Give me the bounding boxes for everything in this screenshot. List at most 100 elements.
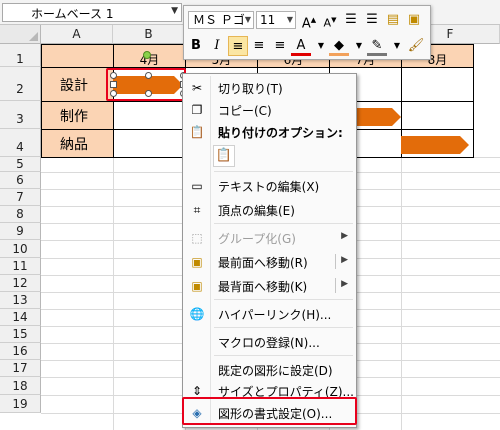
menu-item-label: ハイパーリンク(H)...	[218, 308, 332, 322]
menu-item-label: コピー(C)	[218, 104, 272, 118]
row-header[interactable]: 19	[0, 395, 41, 413]
copy-icon: ❐	[191, 103, 203, 117]
menu-item-label: マクロの登録(N)...	[218, 336, 320, 350]
chevron-down-icon[interactable]: ▼	[387, 36, 407, 56]
grow-font-icon[interactable]: A▲	[299, 10, 319, 31]
selection-highlight	[106, 68, 186, 101]
cell-a4[interactable]: 納品	[41, 129, 114, 158]
task-label: 設計	[60, 77, 88, 94]
outline-color-icon[interactable]: ✎	[367, 36, 387, 56]
bring-front-icon: ▣	[191, 255, 203, 269]
chevron-down-icon[interactable]: ▼	[245, 12, 251, 28]
group-icon: ⬚	[191, 231, 203, 245]
row-header[interactable]: 8	[0, 206, 41, 223]
menu-item-bring-to-front[interactable]: ▣ 最前面へ移動(R) ▶	[185, 251, 354, 273]
menu-separator	[214, 355, 353, 356]
row-header[interactable]: 4	[0, 129, 41, 157]
cell-a3[interactable]: 制作	[41, 101, 114, 130]
menu-separator	[214, 171, 353, 172]
bold-icon[interactable]: B	[186, 36, 206, 56]
menu-item-label: 切り取り(T)	[218, 82, 283, 96]
increase-indent-icon[interactable]: ☰	[362, 10, 382, 30]
scissors-icon: ✂	[191, 81, 203, 95]
align-right-icon[interactable]: ≡	[270, 36, 290, 56]
arrange-icon[interactable]: ▣	[404, 10, 424, 30]
menu-item-edit-text[interactable]: ▭ テキストの編集(X)	[185, 175, 354, 197]
cell-a2[interactable]: 設計	[41, 67, 114, 102]
menu-item-hyperlink[interactable]: 🌐 ハイパーリンク(H)...	[185, 303, 354, 325]
decrease-indent-icon[interactable]: ☰	[341, 10, 361, 30]
menu-item-set-default[interactable]: 既定の図形に設定(D)	[185, 359, 354, 381]
send-back-icon: ▣	[191, 279, 203, 293]
menu-item-send-to-back[interactable]: ▣ 最背面へ移動(K) ▶	[185, 275, 354, 297]
shrink-font-icon[interactable]: A▼	[320, 10, 340, 30]
task-label: 納品	[60, 136, 88, 153]
homebase-shape-3[interactable]	[401, 136, 469, 154]
row-header[interactable]: 3	[0, 101, 41, 129]
edit-text-icon: ▭	[191, 179, 203, 193]
globe-link-icon: 🌐	[189, 307, 205, 321]
format-painter-icon[interactable]: 🖌	[406, 36, 426, 56]
chevron-down-icon[interactable]: ▼	[287, 12, 293, 28]
row-header[interactable]: 5	[0, 157, 41, 172]
font-color-icon[interactable]: A	[291, 36, 311, 56]
chevron-down-icon[interactable]: ▼	[349, 36, 369, 56]
menu-highlight	[182, 397, 357, 425]
menu-heading: 貼り付けのオプション:	[218, 126, 343, 140]
font-selector[interactable]: ＭＳ Ｐゴ ▼	[188, 11, 254, 29]
row-header[interactable]: 17	[0, 360, 41, 377]
menu-item-paste-options: 📋 貼り付けのオプション:	[185, 121, 354, 143]
menu-separator	[214, 299, 353, 300]
row-header[interactable]: 9	[0, 223, 41, 240]
name-box[interactable]: ホームベース 1 ▼	[2, 3, 182, 22]
row-header[interactable]: 18	[0, 377, 41, 395]
row-header[interactable]: 6	[0, 172, 41, 189]
rotate-handle[interactable]	[143, 51, 151, 59]
menu-item-edit-points[interactable]: ⌗ 頂点の編集(E)	[185, 199, 354, 221]
menu-separator	[214, 327, 353, 328]
italic-icon[interactable]: I	[207, 36, 227, 56]
row-header[interactable]: 11	[0, 258, 41, 275]
menu-item-label: 最背面へ移動(K)	[218, 280, 308, 294]
homebase-shape-2[interactable]	[355, 108, 401, 126]
menu-item-label: 最前面へ移動(R)	[218, 256, 308, 270]
column-header-a[interactable]: A	[41, 25, 113, 44]
column-header-b[interactable]: B	[113, 25, 185, 44]
row-header[interactable]: 12	[0, 275, 41, 292]
menu-item-cut[interactable]: ✂ 切り取り(T)	[185, 77, 354, 99]
row-header[interactable]: 7	[0, 189, 41, 206]
edit-points-icon: ⌗	[193, 203, 201, 217]
menu-item-label: テキストの編集(X)	[218, 180, 320, 194]
menu-item-label: 既定の図形に設定(D)	[218, 364, 333, 378]
menu-item-assign-macro[interactable]: マクロの登録(N)...	[185, 331, 354, 353]
row-header[interactable]: 2	[0, 67, 41, 101]
menu-item-label: 頂点の編集(E)	[218, 204, 295, 218]
align-center-icon[interactable]: ≡	[249, 36, 269, 56]
row-header[interactable]: 10	[0, 240, 41, 258]
select-all-corner[interactable]	[0, 25, 41, 44]
font-size: 11	[260, 13, 276, 27]
mini-toolbar: ＭＳ Ｐゴ ▼ 11 ▼ A▲ A▼ ☰ ☰ ▤ ▣ B I ≡ ≡ ≡ A ▼ ◆…	[183, 5, 431, 60]
menu-item-group[interactable]: ⬚ グループ化(G) ▶	[185, 227, 354, 249]
chevron-right-icon: ▶	[341, 231, 348, 241]
cell-a1[interactable]	[41, 44, 114, 68]
row-header[interactable]: 1	[0, 44, 41, 67]
task-label: 制作	[60, 108, 88, 125]
row-header[interactable]: 13	[0, 292, 41, 309]
font-name: ＭＳ Ｐゴ	[193, 13, 245, 27]
font-size-selector[interactable]: 11 ▼	[256, 11, 296, 29]
row-header[interactable]: 14	[0, 309, 41, 326]
paste-icon: 📋	[189, 125, 205, 139]
chevron-down-icon[interactable]: ▼	[171, 6, 178, 16]
paste-option-icon[interactable]: 📋	[213, 145, 235, 167]
menu-separator	[214, 223, 353, 224]
chevron-right-icon[interactable]: ▶	[341, 279, 348, 289]
row-header[interactable]: 15	[0, 326, 41, 343]
row-header[interactable]: 16	[0, 343, 41, 360]
quick-styles-icon[interactable]: ▤	[383, 10, 403, 30]
menu-item-copy[interactable]: ❐ コピー(C)	[185, 99, 354, 121]
fill-color-icon[interactable]: ◆	[329, 36, 349, 56]
chevron-right-icon[interactable]: ▶	[341, 255, 348, 265]
align-left-icon[interactable]: ≡	[228, 36, 248, 56]
chevron-down-icon[interactable]: ▼	[311, 36, 331, 56]
